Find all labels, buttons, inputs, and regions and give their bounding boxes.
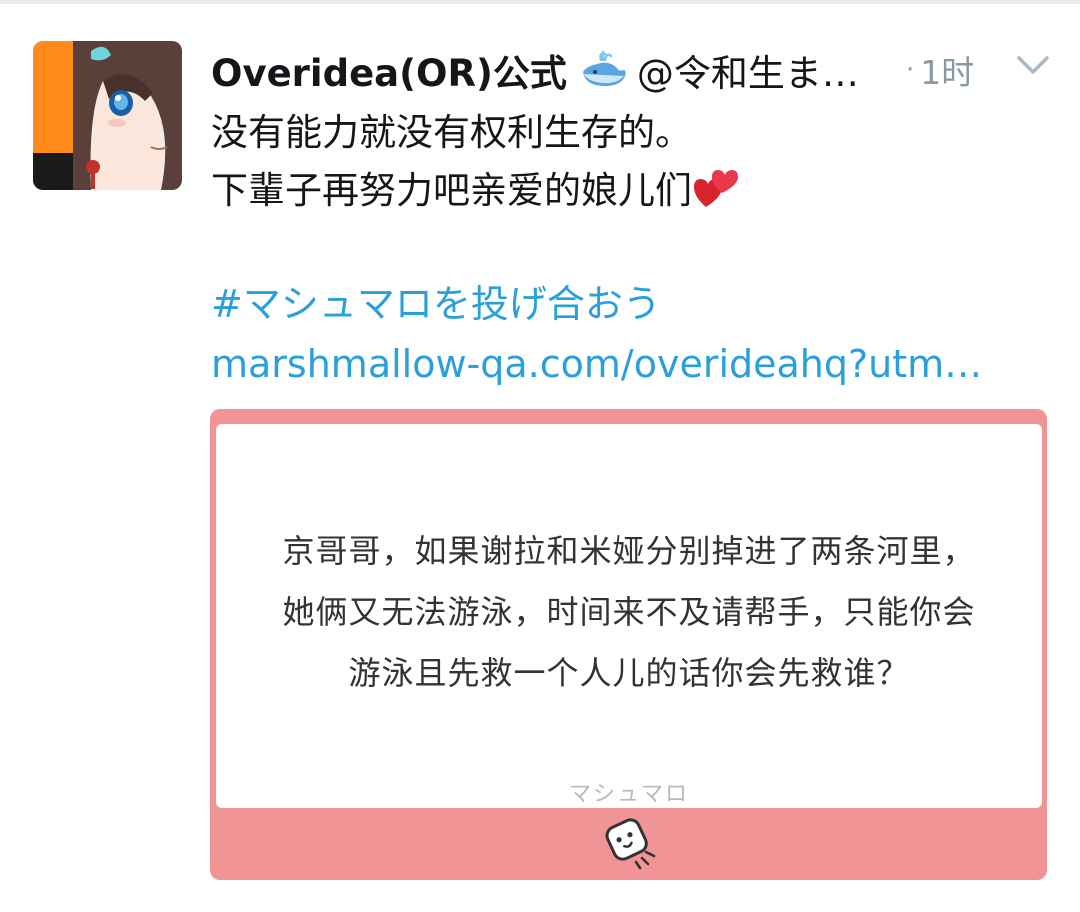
timestamp-meta[interactable]: · 1时 [906,48,974,92]
top-divider [0,0,1080,4]
marshmallow-icon [605,818,656,870]
user-handle[interactable]: @令和生ま… [637,43,859,97]
card-question-line: 她俩又无法游泳，时间来不及请帮手，只能你会 [282,593,976,631]
card-question-line: 京哥哥，如果谢拉和米娅分别掉进了两条河里， [282,532,976,570]
meta-separator: · [906,55,915,85]
tweet-text-line-with-emoji: 下輩子再努力吧亲爱的娘儿们 [211,162,1051,220]
whale-icon [579,50,629,90]
chevron-down-icon[interactable] [1013,48,1053,80]
tweet-text: 没有能力就没有权利生存的。 下輩子再努力吧亲爱的娘儿们 [211,104,1051,220]
timestamp[interactable]: 1时 [920,46,974,94]
display-name[interactable]: Overidea(OR)公式 [211,43,567,97]
card-body: 京哥哥，如果谢拉和米娅分别掉进了两条河里， 她俩又无法游泳，时间来不及请帮手，只… [216,424,1042,808]
avatar[interactable] [33,41,182,190]
tweet-text-line: 下輩子再努力吧亲爱的娘儿们 [211,169,692,212]
heart-icon [692,167,740,211]
link-preview-card[interactable]: 京哥哥，如果谢拉和米娅分别掉进了两条河里， 她俩又无法游泳，时间来不及请帮手，只… [210,409,1047,880]
url-link[interactable]: marshmallow-qa.com/overideahq?utm… [211,336,1011,392]
card-brand: マシュマロ [568,782,689,807]
card-question-line: 游泳且先救一个人儿的话你会先救谁？ [348,654,910,692]
card-question: 京哥哥，如果谢拉和米娅分别掉进了两条河里， 她俩又无法游泳，时间来不及请帮手，只… [216,521,1042,704]
tweet-text-line: 没有能力就没有权利生存的。 [211,111,692,154]
tweet-header: Overidea(OR)公式 @令和生ま… [211,44,971,96]
hashtag-link[interactable]: #マシュマロを投げ合おう [211,276,661,332]
